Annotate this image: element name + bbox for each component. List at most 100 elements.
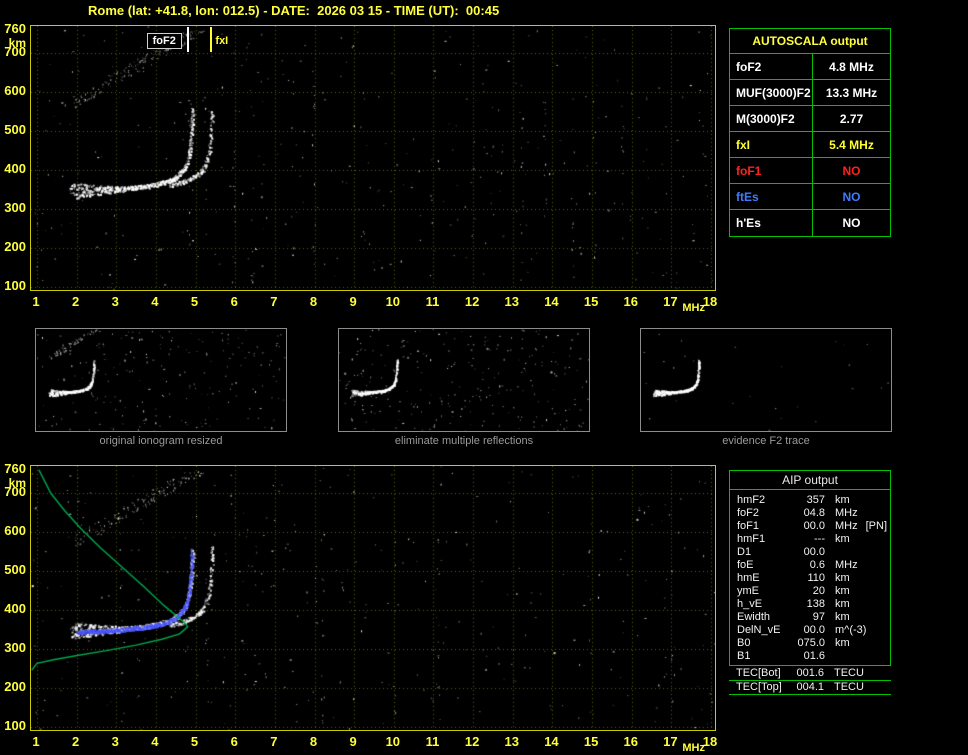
- x-axis-tick-top: 10: [385, 294, 401, 309]
- autoscala-param-value: NO: [842, 163, 861, 178]
- aip-param-value: 00.0: [803, 546, 825, 558]
- aip-param-unit: km: [835, 585, 850, 597]
- autoscala-param-label: foF1: [730, 158, 813, 183]
- autoscala-param-label: MUF(3000)F2: [730, 80, 813, 105]
- aip-param-unit: MHz: [835, 507, 858, 519]
- y-axis-tick-top: 760: [4, 20, 26, 36]
- aip-param-value: 01.6: [803, 650, 825, 662]
- x-axis-tick-bottom: 1: [32, 734, 40, 749]
- autoscala-output-table: AUTOSCALA output foF2 4.8 MHz MUF(3000)F2 1…: [729, 28, 891, 237]
- y-axis-tick-bottom: 200: [4, 678, 26, 694]
- x-axis-tick-top: 11: [425, 294, 440, 309]
- autoscala-table-rows: foF2 4.8 MHz MUF(3000)F2 13.3 MHz M(3000)F2 2…: [730, 54, 890, 236]
- x-axis-tick-top: 12: [464, 294, 480, 309]
- aip-row-d1: D1 00.0: [730, 546, 890, 559]
- y-axis-tick-top: 200: [4, 238, 26, 254]
- aip-param-note: [PN]: [865, 520, 888, 532]
- autoscala-param-value: 2.77: [839, 111, 864, 126]
- aip-row-b0: B0 075.0 km: [730, 637, 890, 650]
- autoscala-param-value: 5.4 MHz: [829, 137, 874, 152]
- y-axis-tick-bottom: 300: [4, 640, 26, 655]
- aip-row-tec-bot-: TEC[Bot] 001.6 TECU: [729, 667, 891, 681]
- x-axis-tick-bottom: 8: [309, 734, 318, 749]
- aip-param-unit: km: [835, 572, 850, 584]
- aip-param-value: 004.1: [796, 681, 824, 693]
- x-axis-tick-top: 5: [190, 294, 199, 309]
- x-axis-tick-top: 2: [71, 294, 80, 309]
- autoscala-row-fof2: foF2 4.8 MHz: [730, 54, 890, 80]
- aip-param-label: foE: [737, 559, 754, 571]
- autoscala-param-label: ftEs: [730, 184, 813, 209]
- x-axis-tick-top: 7: [270, 294, 278, 309]
- thumbnail-f2-trace: [640, 328, 892, 432]
- thumbnail-f2-canvas: [641, 329, 891, 431]
- autoscala-row-fxi: fxI 5.4 MHz: [730, 132, 890, 158]
- y-axis-tick-top: 100: [4, 277, 26, 293]
- aip-param-value: 00.0: [803, 520, 825, 532]
- autoscala-row-h-es: h'Es NO: [730, 210, 890, 236]
- y-axis-tick-top: 400: [4, 161, 26, 177]
- x-axis-tick-top: 1: [32, 294, 40, 309]
- aip-row-hmf2: hmF2 357 km: [730, 494, 890, 507]
- aip-param-label: Ewidth: [737, 611, 771, 623]
- aip-param-value: 110: [807, 572, 825, 584]
- x-axis-tick-top: 4: [151, 294, 159, 309]
- y-axis-tick-top: 300: [4, 200, 26, 215]
- y-axis-tick-bottom: 100: [4, 717, 26, 733]
- x-axis-tick-bottom: 2: [71, 734, 80, 749]
- autoscala-row-ftes: ftEs NO: [730, 184, 890, 210]
- x-axis-tick-bottom: 4: [151, 734, 159, 749]
- aip-param-label: hmF2: [737, 494, 766, 506]
- x-axis-tick-top: 9: [349, 294, 357, 309]
- x-axis-tick-bottom: 15: [583, 734, 599, 749]
- aip-param-unit: km: [835, 598, 850, 610]
- aip-param-label: B1: [737, 650, 751, 662]
- y-axis-tick-bottom: 400: [4, 601, 26, 617]
- x-axis-tick-top: 14: [544, 294, 559, 309]
- autoscala-row-muf-3000-f2: MUF(3000)F2 13.3 MHz: [730, 80, 890, 106]
- autoscala-param-value: NO: [842, 216, 861, 230]
- station-date-title: Rome (lat: +41.8, lon: 012.5) - DATE: 20…: [88, 3, 500, 18]
- thumbnail-caption-reflections: eliminate multiple reflections: [394, 435, 534, 447]
- aip-tec-rows: TEC[Bot] 001.6 TECU TEC[Top] 004.1 TECU: [729, 667, 891, 695]
- aip-param-label: ymE: [737, 585, 759, 597]
- aip-row-foe: foE 0.6 MHz: [730, 559, 890, 572]
- aip-param-value: 001.6: [796, 667, 824, 679]
- x-axis-tick-top: 8: [309, 294, 318, 309]
- y-axis-unit-top: km: [8, 35, 26, 50]
- aip-param-unit: MHz: [835, 520, 858, 532]
- aip-param-value: 20: [812, 585, 825, 597]
- x-axis-tick-bottom: 7: [270, 734, 278, 749]
- thumbnail-caption-original: original ionogram resized: [99, 435, 223, 447]
- aip-param-value: 00.0: [803, 624, 825, 636]
- x-axis-unit-top: MHz: [682, 302, 705, 314]
- profile-ionogram-canvas: [31, 466, 715, 730]
- aip-row-ewidth: Ewidth 97 km: [730, 611, 890, 624]
- thumbnail-reflections-canvas: [339, 329, 589, 431]
- thumbnail-original-ionogram: [35, 328, 287, 432]
- aip-param-label: h_vE: [737, 598, 763, 610]
- aip-param-label: B0: [737, 637, 751, 649]
- autoscala-param-value: 4.8 MHz: [829, 59, 874, 74]
- x-axis-tick-top: 15: [583, 294, 599, 309]
- x-axis-tick-top: 13: [504, 294, 519, 309]
- aip-param-label: TEC[Top]: [736, 681, 782, 693]
- marker-label-fof2: foF2: [146, 33, 182, 49]
- aip-row-b1: B1 01.6: [730, 650, 890, 663]
- x-axis-tick-bottom: 5: [190, 734, 199, 749]
- x-axis-tick-bottom: 10: [385, 734, 401, 749]
- autoscala-row-fof1: foF1 NO: [730, 158, 890, 184]
- aip-param-unit: km: [835, 494, 850, 506]
- x-axis-tick-bottom: 9: [349, 734, 357, 749]
- y-axis-tick-bottom: 500: [4, 562, 26, 578]
- ionogram-plot: [30, 25, 716, 291]
- y-axis-tick-bottom: 760: [4, 460, 26, 476]
- aip-row-h-ve: h_vE 138 km: [730, 598, 890, 611]
- x-axis-tick-bottom: 17: [663, 734, 678, 749]
- x-axis-tick-bottom: 14: [544, 734, 559, 749]
- aip-param-value: ---: [814, 533, 825, 545]
- aip-param-value: 97: [812, 611, 825, 623]
- y-axis-tick-top: 600: [4, 83, 26, 99]
- aip-output-table: AIP output hmF2 357 km foF2 04.8 MHz foF1 00.0 M…: [729, 470, 891, 666]
- marker-label-fxi: fxI: [215, 35, 229, 47]
